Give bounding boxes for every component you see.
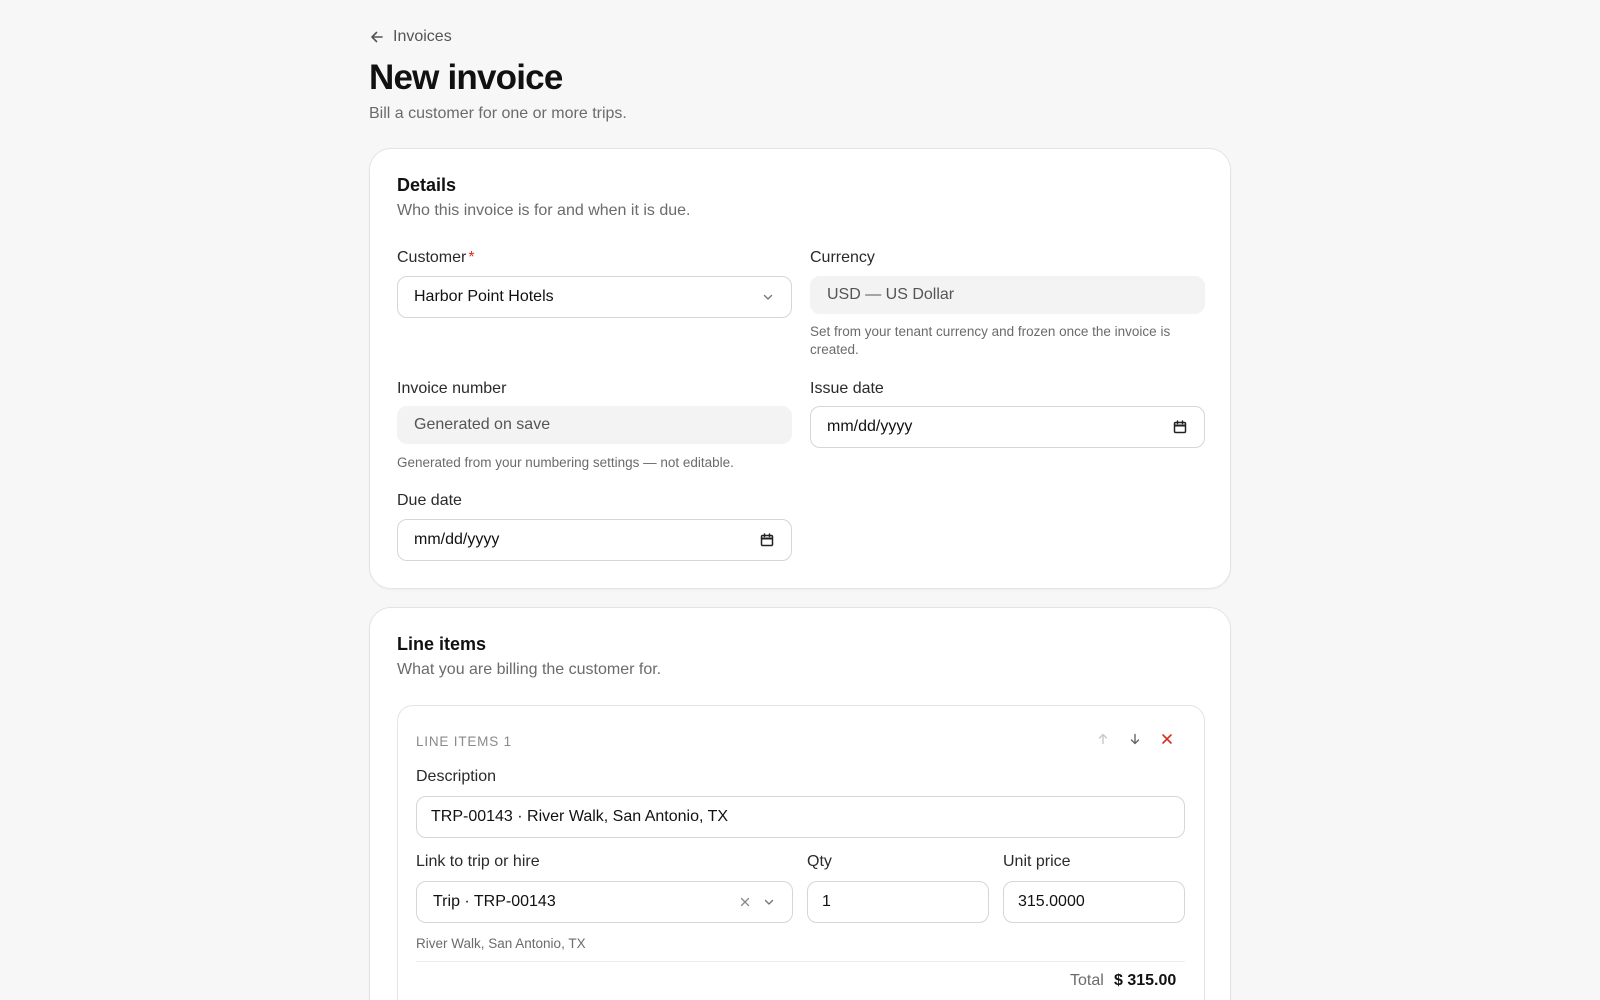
customer-label: Customer * [397,249,475,267]
move-down-button[interactable] [1126,730,1144,748]
unit-price-label: Unit price [1003,853,1071,870]
link-trip-label: Link to trip or hire [416,853,540,870]
invoice-number-value: Generated on save [414,416,551,433]
line-item: LINE ITEMS 1 Description TRP-00143 · Riv… [397,705,1205,1000]
customer-value: Harbor Point Hotels [414,288,554,305]
currency-value: USD — US Dollar [827,286,955,303]
chevron-down-icon [763,294,773,300]
description-input[interactable]: TRP-00143 · River Walk, San Antonio, TX [416,796,1185,838]
currency-label: Currency [810,249,875,266]
arrow-up-icon [1098,733,1108,745]
unit-price-input[interactable]: 315.0000 [1003,881,1185,923]
total-value: $ 315.00 [1114,972,1177,989]
page-subtitle: Bill a customer for one or more trips. [369,105,627,122]
back-to-invoices-link[interactable]: Invoices [369,28,452,46]
required-mark: * [468,249,475,266]
link-trip-select[interactable]: Trip · TRP-00143 [416,881,793,923]
invoice-number-help: Generated from your numbering settings —… [397,455,734,470]
customer-select[interactable]: Harbor Point Hotels [397,276,792,318]
due-date-value: mm/dd/yyyy [414,531,500,548]
move-up-button[interactable] [1094,730,1112,748]
invoice-number-field: Generated on save [397,406,792,444]
line-item-header: LINE ITEMS 1 [416,734,512,749]
page: Invoices New invoice Bill a customer for… [0,0,1600,1000]
line-items-title: Line items [397,634,487,654]
arrow-left-icon [371,31,383,43]
calendar-icon[interactable] [1172,419,1188,435]
description-value: TRP-00143 · River Walk, San Antonio, TX [431,808,729,825]
line-item-divider [416,961,1185,962]
currency-help: Set from your tenant currency and frozen… [810,324,1171,357]
back-link-label: Invoices [393,28,452,45]
due-date-input[interactable]: mm/dd/yyyy [397,519,792,561]
qty-input[interactable]: 1 [807,881,989,923]
link-trip-help: River Walk, San Antonio, TX [416,936,586,951]
details-title: Details [397,175,457,195]
issue-date-value: mm/dd/yyyy [827,418,913,435]
details-description: Who this invoice is for and when it is d… [397,202,691,219]
details-card: Details Who this invoice is for and when… [369,148,1231,589]
unit-price-value: 315.0000 [1018,893,1085,910]
link-trip-value: Trip · TRP-00143 [433,893,556,910]
calendar-icon[interactable] [759,532,775,548]
qty-label: Qty [807,853,832,870]
total-label: Total [1070,972,1104,989]
page-title: New invoice [369,58,563,97]
clear-selection-icon[interactable] [738,895,752,909]
invoice-number-label: Invoice number [397,380,507,397]
close-icon [1162,734,1172,744]
arrow-down-icon [1130,733,1140,745]
due-date-label: Due date [397,492,462,509]
remove-line-button[interactable] [1158,730,1176,748]
line-items-card: Line items What you are billing the cust… [369,607,1231,1000]
issue-date-input[interactable]: mm/dd/yyyy [810,406,1205,448]
line-items-description: What you are billing the customer for. [397,661,662,678]
issue-date-label: Issue date [810,380,884,397]
currency-field: USD — US Dollar [810,276,1205,314]
description-label: Description [416,768,497,785]
qty-value: 1 [822,893,831,910]
chevron-down-icon[interactable] [762,895,776,909]
customer-label-text: Customer [397,249,467,266]
